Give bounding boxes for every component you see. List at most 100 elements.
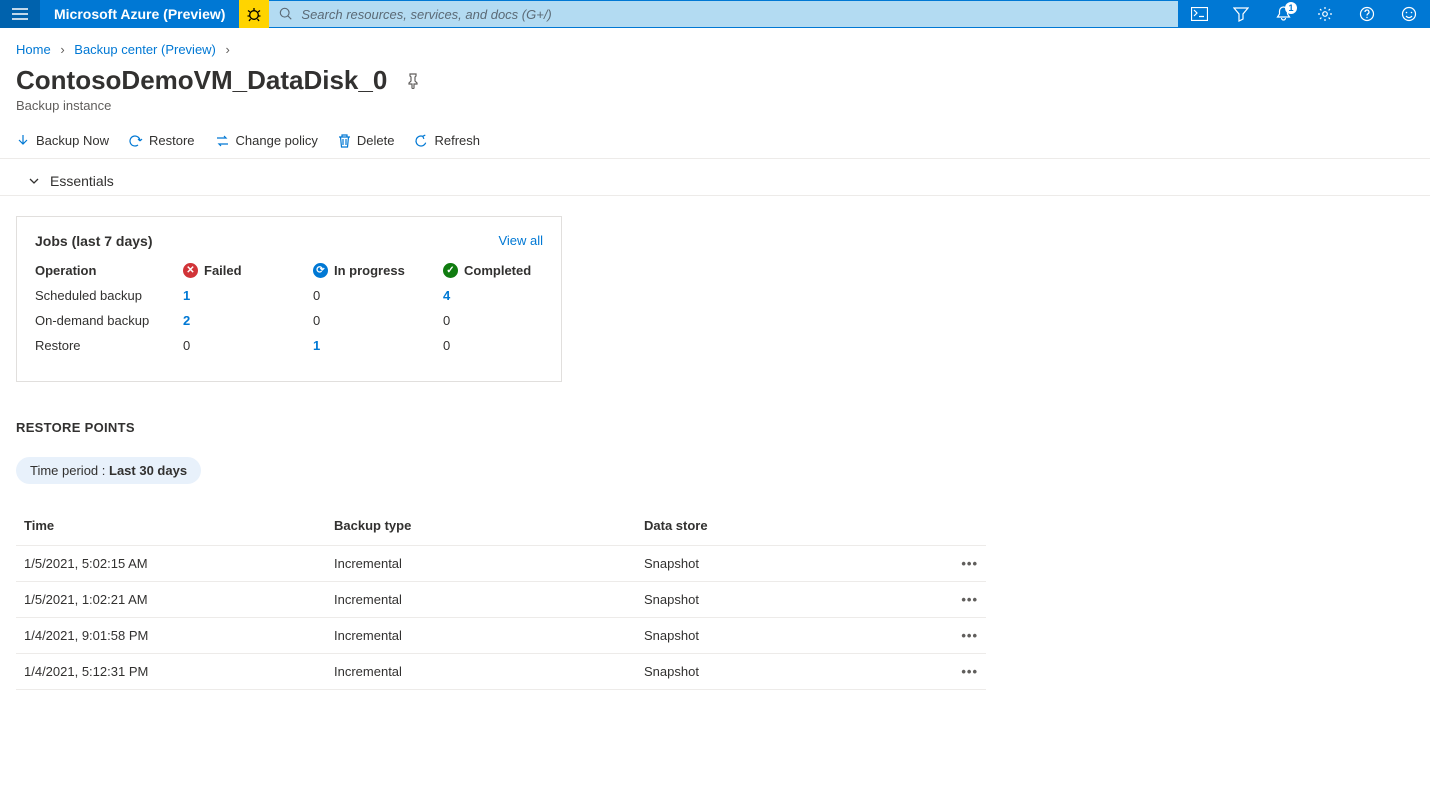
restore-points-title: RESTORE POINTS: [0, 382, 1430, 435]
col-operation: Operation: [35, 263, 183, 278]
navbar-icons: 1: [1178, 0, 1430, 28]
cell-time: 1/5/2021, 5:02:15 AM: [16, 546, 326, 582]
change-policy-button[interactable]: Change policy: [215, 133, 318, 148]
brand-label[interactable]: Microsoft Azure (Preview): [40, 6, 239, 22]
cell-store: Snapshot: [636, 618, 936, 654]
job-operation: Scheduled backup: [35, 288, 183, 303]
trash-icon: [338, 134, 351, 148]
job-failed-count: 0: [183, 338, 313, 353]
delete-label: Delete: [357, 133, 395, 148]
table-row[interactable]: 1/4/2021, 5:12:31 PMIncrementalSnapshot•…: [16, 654, 986, 690]
hamburger-icon: [12, 8, 28, 20]
settings-button[interactable]: [1304, 0, 1346, 28]
page-subtitle: Backup instance: [0, 96, 1430, 127]
delete-button[interactable]: Delete: [338, 133, 395, 148]
cell-time: 1/4/2021, 9:01:58 PM: [16, 618, 326, 654]
cell-store: Snapshot: [636, 546, 936, 582]
help-button[interactable]: [1346, 0, 1388, 28]
cell-type: Incremental: [326, 618, 636, 654]
help-icon: [1359, 6, 1375, 22]
notifications-button[interactable]: 1: [1262, 0, 1304, 28]
breadcrumb-sep: ›: [220, 42, 236, 57]
job-completed-count[interactable]: 4: [443, 288, 543, 303]
job-inprogress-count: 0: [313, 313, 443, 328]
restore-points-table: Time Backup type Data store 1/5/2021, 5:…: [16, 510, 986, 690]
col-in-progress: ⟳In progress: [313, 263, 443, 278]
breadcrumb: Home › Backup center (Preview) ›: [0, 28, 1430, 57]
row-actions-button[interactable]: •••: [936, 654, 986, 690]
chevron-down-icon: [28, 175, 40, 187]
title-row: ContosoDemoVM_DataDisk_0: [0, 57, 1430, 96]
jobs-card: Jobs (last 7 days) View all Operation ✕F…: [16, 216, 562, 382]
essentials-toggle[interactable]: Essentials: [0, 159, 1430, 196]
job-failed-count[interactable]: 2: [183, 313, 313, 328]
cloud-shell-icon: [1191, 7, 1208, 21]
breadcrumb-sep: ›: [54, 42, 70, 57]
essentials-label: Essentials: [50, 173, 114, 189]
row-actions-button[interactable]: •••: [936, 582, 986, 618]
refresh-button[interactable]: Refresh: [414, 133, 480, 148]
restore-button[interactable]: Restore: [129, 133, 195, 148]
backup-now-label: Backup Now: [36, 133, 109, 148]
undo-icon: [129, 134, 143, 148]
row-actions-button[interactable]: •••: [936, 618, 986, 654]
col-time[interactable]: Time: [16, 510, 326, 546]
bug-icon: [246, 6, 262, 22]
search-icon: [279, 7, 293, 21]
backup-now-button[interactable]: Backup Now: [16, 133, 109, 148]
download-icon: [16, 134, 30, 148]
directory-filter-button[interactable]: [1220, 0, 1262, 28]
cell-time: 1/4/2021, 5:12:31 PM: [16, 654, 326, 690]
refresh-icon: [414, 134, 428, 148]
job-operation: On-demand backup: [35, 313, 183, 328]
cell-store: Snapshot: [636, 654, 936, 690]
job-completed-count: 0: [443, 313, 543, 328]
hamburger-menu-button[interactable]: [0, 0, 40, 28]
cell-type: Incremental: [326, 546, 636, 582]
table-row[interactable]: 1/5/2021, 5:02:15 AMIncrementalSnapshot•…: [16, 546, 986, 582]
table-row[interactable]: 1/5/2021, 1:02:21 AMIncrementalSnapshot•…: [16, 582, 986, 618]
job-failed-count[interactable]: 1: [183, 288, 313, 303]
time-period-filter[interactable]: Time period : Last 30 days: [16, 457, 201, 484]
job-operation: Restore: [35, 338, 183, 353]
filter-label: Time period :: [30, 463, 109, 478]
cell-time: 1/5/2021, 1:02:21 AM: [16, 582, 326, 618]
top-navbar: Microsoft Azure (Preview) 1: [0, 0, 1430, 28]
filter-value: Last 30 days: [109, 463, 187, 478]
swap-icon: [215, 134, 230, 148]
feedback-button[interactable]: [1388, 0, 1430, 28]
refresh-label: Refresh: [434, 133, 480, 148]
pin-icon: [405, 73, 421, 89]
jobs-title: Jobs (last 7 days): [35, 233, 153, 249]
job-inprogress-count[interactable]: 1: [313, 338, 443, 353]
failed-icon: ✕: [183, 263, 198, 278]
in-progress-icon: ⟳: [313, 263, 328, 278]
global-search[interactable]: [269, 1, 1178, 27]
page-title: ContosoDemoVM_DataDisk_0: [16, 65, 387, 96]
cell-type: Incremental: [326, 582, 636, 618]
breadcrumb-home[interactable]: Home: [16, 42, 51, 57]
filter-icon: [1233, 6, 1249, 22]
col-failed: ✕Failed: [183, 263, 313, 278]
cell-store: Snapshot: [636, 582, 936, 618]
table-row[interactable]: 1/4/2021, 9:01:58 PMIncrementalSnapshot•…: [16, 618, 986, 654]
preview-bug-button[interactable]: [239, 0, 269, 28]
col-backup-type[interactable]: Backup type: [326, 510, 636, 546]
job-completed-count: 0: [443, 338, 543, 353]
completed-icon: ✓: [443, 263, 458, 278]
command-bar: Backup Now Restore Change policy Delete …: [0, 127, 1430, 159]
col-completed: ✓Completed: [443, 263, 543, 278]
gear-icon: [1317, 6, 1333, 22]
feedback-icon: [1401, 6, 1417, 22]
row-actions-button[interactable]: •••: [936, 546, 986, 582]
cloud-shell-button[interactable]: [1178, 0, 1220, 28]
pin-button[interactable]: [405, 73, 421, 89]
cell-type: Incremental: [326, 654, 636, 690]
notification-badge: 1: [1285, 2, 1297, 14]
breadcrumb-backup-center[interactable]: Backup center (Preview): [74, 42, 216, 57]
view-all-link[interactable]: View all: [498, 233, 543, 249]
job-inprogress-count: 0: [313, 288, 443, 303]
jobs-grid: Operation ✕Failed ⟳In progress ✓Complete…: [35, 263, 543, 353]
col-data-store[interactable]: Data store: [636, 510, 936, 546]
search-input[interactable]: [301, 7, 1168, 22]
